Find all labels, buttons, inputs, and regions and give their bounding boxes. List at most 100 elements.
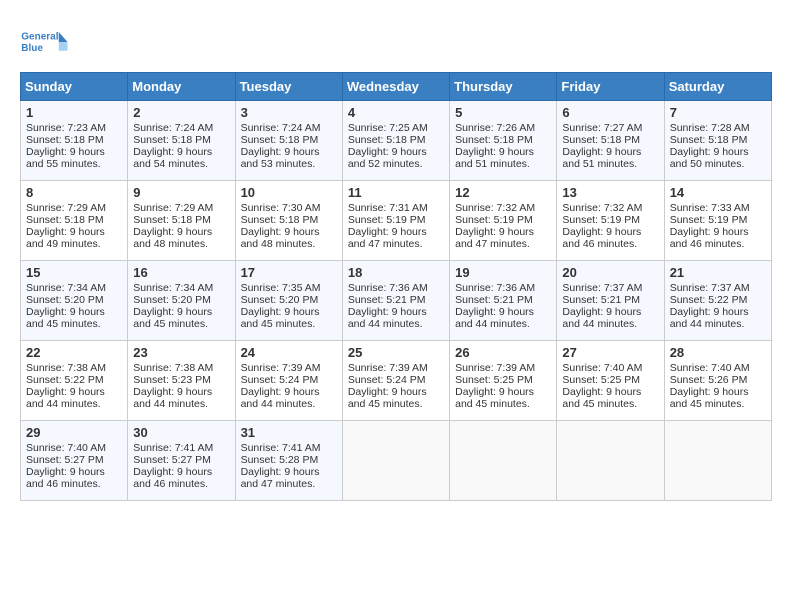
- calendar-cell: 23Sunrise: 7:38 AMSunset: 5:23 PMDayligh…: [128, 341, 235, 421]
- day-number: 10: [241, 185, 337, 200]
- calendar-cell: 4Sunrise: 7:25 AMSunset: 5:18 PMDaylight…: [342, 101, 449, 181]
- calendar-cell: 7Sunrise: 7:28 AMSunset: 5:18 PMDaylight…: [664, 101, 771, 181]
- calendar-cell: 2Sunrise: 7:24 AMSunset: 5:18 PMDaylight…: [128, 101, 235, 181]
- sunrise: Sunrise: 7:40 AM: [26, 442, 106, 454]
- sunrise: Sunrise: 7:28 AM: [670, 122, 750, 134]
- sunrise: Sunrise: 7:34 AM: [26, 282, 106, 294]
- sunset: Sunset: 5:18 PM: [26, 214, 104, 226]
- sunset: Sunset: 5:24 PM: [348, 374, 426, 386]
- day-number: 18: [348, 265, 444, 280]
- sunset: Sunset: 5:19 PM: [670, 214, 748, 226]
- calendar-cell: 8Sunrise: 7:29 AMSunset: 5:18 PMDaylight…: [21, 181, 128, 261]
- day-number: 1: [26, 105, 122, 120]
- calendar-cell: 12Sunrise: 7:32 AMSunset: 5:19 PMDayligh…: [450, 181, 557, 261]
- sunrise: Sunrise: 7:34 AM: [133, 282, 213, 294]
- sunset: Sunset: 5:19 PM: [348, 214, 426, 226]
- calendar-cell: [450, 421, 557, 501]
- sunset: Sunset: 5:27 PM: [26, 454, 104, 466]
- day-number: 26: [455, 345, 551, 360]
- calendar-cell: [342, 421, 449, 501]
- svg-text:General: General: [21, 32, 58, 43]
- sunset: Sunset: 5:18 PM: [133, 134, 211, 146]
- sunset: Sunset: 5:18 PM: [241, 214, 319, 226]
- sunset: Sunset: 5:26 PM: [670, 374, 748, 386]
- sunset: Sunset: 5:21 PM: [562, 294, 640, 306]
- daylight: Daylight: 9 hours and 44 minutes.: [455, 306, 534, 330]
- sunrise: Sunrise: 7:29 AM: [26, 202, 106, 214]
- daylight: Daylight: 9 hours and 46 minutes.: [133, 466, 212, 490]
- day-number: 13: [562, 185, 658, 200]
- day-number: 2: [133, 105, 229, 120]
- daylight: Daylight: 9 hours and 53 minutes.: [241, 146, 320, 170]
- sunrise: Sunrise: 7:37 AM: [670, 282, 750, 294]
- calendar-cell: 16 Sunrise: 7:34 AMSunset: 5:20 PMDayligh…: [128, 261, 235, 341]
- calendar-cell: 15Sunrise: 7:34 AMSunset: 5:20 PMDayligh…: [21, 261, 128, 341]
- sunrise: Sunrise: 7:23 AM: [26, 122, 106, 134]
- column-header-tuesday: Tuesday: [235, 73, 342, 101]
- column-header-monday: Monday: [128, 73, 235, 101]
- column-header-thursday: Thursday: [450, 73, 557, 101]
- daylight: Daylight: 9 hours and 51 minutes.: [562, 146, 641, 170]
- sunset: Sunset: 5:25 PM: [562, 374, 640, 386]
- page-header: General Blue: [20, 20, 772, 64]
- day-number: 24: [241, 345, 337, 360]
- svg-text:Blue: Blue: [21, 43, 43, 54]
- calendar-cell: 11Sunrise: 7:31 AMSunset: 5:19 PMDayligh…: [342, 181, 449, 261]
- day-number: 3: [241, 105, 337, 120]
- daylight: Daylight: 9 hours and 48 minutes.: [133, 226, 212, 250]
- calendar-cell: 30Sunrise: 7:41 AMSunset: 5:27 PMDayligh…: [128, 421, 235, 501]
- day-number: 21: [670, 265, 766, 280]
- sunrise: Sunrise: 7:27 AM: [562, 122, 642, 134]
- calendar-week-2: 8Sunrise: 7:29 AMSunset: 5:18 PMDaylight…: [21, 181, 772, 261]
- sunrise: Sunrise: 7:39 AM: [241, 362, 321, 374]
- day-number: 12: [455, 185, 551, 200]
- daylight: Daylight: 9 hours and 45 minutes.: [133, 306, 212, 330]
- column-header-sunday: Sunday: [21, 73, 128, 101]
- day-number: 28: [670, 345, 766, 360]
- daylight: Daylight: 9 hours and 45 minutes.: [26, 306, 105, 330]
- calendar-week-3: 15Sunrise: 7:34 AMSunset: 5:20 PMDayligh…: [21, 261, 772, 341]
- day-number: 14: [670, 185, 766, 200]
- calendar-cell: 13Sunrise: 7:32 AMSunset: 5:19 PMDayligh…: [557, 181, 664, 261]
- daylight: Daylight: 9 hours and 55 minutes.: [26, 146, 105, 170]
- sunset: Sunset: 5:20 PM: [133, 294, 211, 306]
- day-number: 16: [133, 265, 229, 280]
- sunrise: Sunrise: 7:24 AM: [133, 122, 213, 134]
- day-number: 7: [670, 105, 766, 120]
- day-number: 11: [348, 185, 444, 200]
- sunset: Sunset: 5:19 PM: [562, 214, 640, 226]
- daylight: Daylight: 9 hours and 52 minutes.: [348, 146, 427, 170]
- daylight: Daylight: 9 hours and 50 minutes.: [670, 146, 749, 170]
- calendar-cell: 29Sunrise: 7:40 AMSunset: 5:27 PMDayligh…: [21, 421, 128, 501]
- sunset: Sunset: 5:25 PM: [455, 374, 533, 386]
- day-number: 22: [26, 345, 122, 360]
- sunrise: Sunrise: 7:26 AM: [455, 122, 535, 134]
- sunrise: Sunrise: 7:39 AM: [348, 362, 428, 374]
- calendar-cell: 26Sunrise: 7:39 AMSunset: 5:25 PMDayligh…: [450, 341, 557, 421]
- sunrise: Sunrise: 7:33 AM: [670, 202, 750, 214]
- column-header-saturday: Saturday: [664, 73, 771, 101]
- day-number: 9: [133, 185, 229, 200]
- column-header-wednesday: Wednesday: [342, 73, 449, 101]
- sunset: Sunset: 5:18 PM: [133, 214, 211, 226]
- day-number: 19: [455, 265, 551, 280]
- sunrise: Sunrise: 7:40 AM: [670, 362, 750, 374]
- calendar-cell: 22Sunrise: 7:38 AMSunset: 5:22 PMDayligh…: [21, 341, 128, 421]
- sunset: Sunset: 5:28 PM: [241, 454, 319, 466]
- daylight: Daylight: 9 hours and 51 minutes.: [455, 146, 534, 170]
- daylight: Daylight: 9 hours and 49 minutes.: [26, 226, 105, 250]
- daylight: Daylight: 9 hours and 47 minutes.: [241, 466, 320, 490]
- calendar-week-4: 22Sunrise: 7:38 AMSunset: 5:22 PMDayligh…: [21, 341, 772, 421]
- calendar-cell: [557, 421, 664, 501]
- daylight: Daylight: 9 hours and 46 minutes.: [562, 226, 641, 250]
- sunset: Sunset: 5:20 PM: [26, 294, 104, 306]
- sunrise: Sunrise: 7:35 AM: [241, 282, 321, 294]
- calendar-cell: 19Sunrise: 7:36 AMSunset: 5:21 PMDayligh…: [450, 261, 557, 341]
- calendar-cell: 24Sunrise: 7:39 AMSunset: 5:24 PMDayligh…: [235, 341, 342, 421]
- calendar-cell: 27Sunrise: 7:40 AMSunset: 5:25 PMDayligh…: [557, 341, 664, 421]
- sunrise: Sunrise: 7:39 AM: [455, 362, 535, 374]
- sunrise: Sunrise: 7:29 AM: [133, 202, 213, 214]
- daylight: Daylight: 9 hours and 44 minutes.: [348, 306, 427, 330]
- sunrise: Sunrise: 7:41 AM: [241, 442, 321, 454]
- daylight: Daylight: 9 hours and 45 minutes.: [348, 386, 427, 410]
